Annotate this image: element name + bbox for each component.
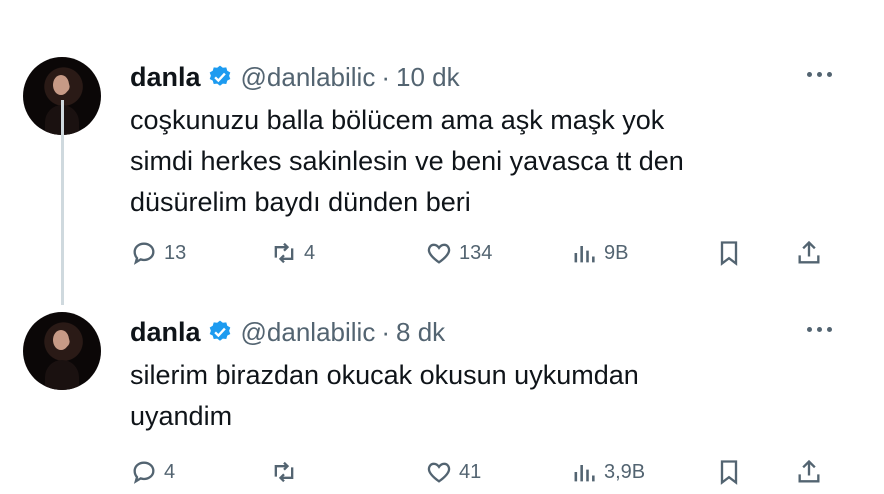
- tweet-actions: 13 4 134 9B: [130, 233, 830, 273]
- separator-dot: ·: [381, 61, 391, 92]
- timestamp[interactable]: 10 dk: [396, 62, 460, 93]
- user-handle[interactable]: @danlabilic: [241, 317, 376, 348]
- more-icon[interactable]: [807, 72, 832, 77]
- tweet[interactable]: danla @danlabilic · 10 dk coşkunuzu ball…: [0, 50, 884, 295]
- views-icon: [574, 465, 595, 482]
- retweet-icon: [274, 461, 294, 483]
- tweet-text-line: silerim birazdan okucak okusun uykumdan: [130, 360, 639, 390]
- reply-count: 4: [164, 460, 176, 483]
- tweet-header: danla @danlabilic · 10 dk: [130, 60, 460, 94]
- reply-icon: [133, 461, 155, 484]
- retweet-button[interactable]: 4: [270, 233, 315, 273]
- timestamp[interactable]: 8 dk: [396, 317, 445, 348]
- like-icon: [427, 462, 451, 483]
- like-button[interactable]: 134: [425, 233, 492, 273]
- share-button[interactable]: [795, 452, 829, 492]
- views-count: 9B: [604, 241, 629, 264]
- views-count: 3,9B: [604, 460, 646, 483]
- tweet-text-line: düsürelim baydı dünden beri: [130, 187, 471, 217]
- bookmark-button[interactable]: [715, 233, 749, 273]
- tweet-header: danla @danlabilic · 8 dk: [130, 315, 445, 349]
- bookmark-icon: [720, 241, 738, 266]
- tweet-text-line: coşkunuzu balla bölücem ama aşk maşk yok: [130, 105, 665, 135]
- separator-dot: ·: [381, 316, 391, 347]
- avatar[interactable]: [23, 312, 101, 390]
- user-handle[interactable]: @danlabilic: [241, 62, 376, 93]
- like-button[interactable]: 41: [425, 452, 481, 492]
- verified-icon: [209, 320, 230, 341]
- retweet-icon: [274, 242, 294, 264]
- share-icon: [798, 459, 820, 483]
- retweet-count: 4: [304, 241, 316, 264]
- views-icon: [574, 246, 595, 263]
- retweet-button[interactable]: [270, 452, 304, 492]
- like-count: 134: [459, 241, 493, 264]
- views-button[interactable]: 3,9B: [570, 452, 645, 492]
- tweet-text-line: uyandim: [130, 401, 233, 431]
- display-name[interactable]: danla: [130, 62, 201, 93]
- more-icon[interactable]: [807, 327, 832, 332]
- like-icon: [427, 243, 451, 264]
- views-button[interactable]: 9B: [570, 233, 628, 273]
- reply-button[interactable]: 13: [130, 233, 186, 273]
- thread-line: [61, 100, 64, 305]
- share-icon: [798, 240, 820, 264]
- reply-button[interactable]: 4: [130, 452, 175, 492]
- like-count: 41: [459, 460, 482, 483]
- reply-icon: [133, 242, 155, 265]
- tweet[interactable]: danla @danlabilic · 8 dk silerim birazda…: [0, 305, 884, 494]
- bookmark-button[interactable]: [715, 452, 749, 492]
- verified-icon: [209, 65, 230, 86]
- reply-count: 13: [164, 241, 187, 264]
- bookmark-icon: [720, 460, 738, 485]
- display-name[interactable]: danla: [130, 317, 201, 348]
- tweet-text: silerim birazdan okucak okusun uykumdan …: [130, 355, 830, 437]
- share-button[interactable]: [795, 233, 829, 273]
- tweet-text: coşkunuzu balla bölücem ama aşk maşk yok…: [130, 100, 830, 223]
- tweet-text-line: simdi herkes sakinlesin ve beni yavasca …: [130, 146, 684, 176]
- tweet-actions: 4 41 3,9B: [130, 452, 830, 492]
